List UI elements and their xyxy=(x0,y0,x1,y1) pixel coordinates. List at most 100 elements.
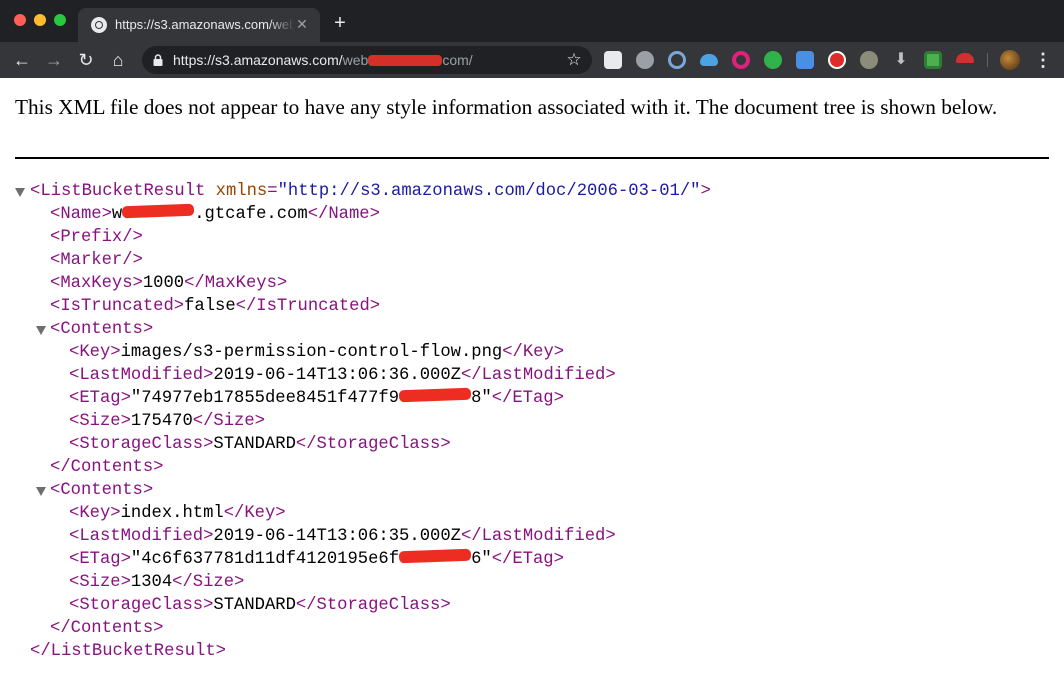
url-path-end: com/ xyxy=(442,52,473,68)
tab-bar: https://s3.amazonaws.com/web ✕ + xyxy=(0,0,1064,42)
xml-key: <Key>images/s3-permission-control-flow.p… xyxy=(69,341,564,364)
tag: </Size> xyxy=(192,412,265,431)
extension-icon-12[interactable] xyxy=(956,53,974,63)
cloud-icon[interactable] xyxy=(700,54,718,66)
extension-icon-3[interactable] xyxy=(668,51,686,69)
toolbar-divider xyxy=(987,53,988,67)
new-tab-button[interactable]: + xyxy=(330,13,350,33)
tag: <MaxKeys> xyxy=(50,274,143,293)
xml-istruncated: <IsTruncated>false</IsTruncated> xyxy=(50,295,380,318)
globe-icon xyxy=(91,17,107,33)
tag: </MaxKeys> xyxy=(184,274,288,293)
xml-storageclass: <StorageClass>STANDARD</StorageClass> xyxy=(69,433,451,456)
notice-divider xyxy=(15,157,1049,159)
tag: <LastModified> xyxy=(69,527,214,546)
tag: <IsTruncated> xyxy=(50,297,185,316)
minimize-window-button[interactable] xyxy=(34,14,46,26)
tab-title: https://s3.amazonaws.com/web xyxy=(115,17,295,32)
tag: <LastModified> xyxy=(69,366,214,385)
xml-contents-open: <Contents> xyxy=(50,320,154,339)
xml-lastmodified: <LastModified>2019-06-14T13:06:35.000Z</… xyxy=(69,525,616,548)
extension-icon-5[interactable] xyxy=(732,51,750,69)
tag: <Size> xyxy=(69,412,131,431)
collapse-triangle-icon[interactable] xyxy=(36,487,46,496)
attribute-value: "http://s3.amazonaws.com/doc/2006-03-01/… xyxy=(277,182,701,201)
browser-tab[interactable]: https://s3.amazonaws.com/web ✕ xyxy=(78,8,320,42)
close-window-button[interactable] xyxy=(14,14,26,26)
key-value: images/s3-permission-control-flow.png xyxy=(120,343,503,362)
xml-lastmodified: <LastModified>2019-06-14T13:06:36.000Z</… xyxy=(69,364,616,387)
tag: </IsTruncated> xyxy=(235,297,381,316)
lock-icon xyxy=(153,54,163,66)
extension-icon-2[interactable] xyxy=(636,51,654,69)
lastmodified-value: 2019-06-14T13:06:35.000Z xyxy=(213,527,461,546)
tag: <Name> xyxy=(50,205,112,224)
storageclass-value: STANDARD xyxy=(213,596,296,615)
size-value: 175470 xyxy=(130,412,193,431)
tag: </Size> xyxy=(172,573,245,592)
home-button[interactable]: ⌂ xyxy=(108,50,128,70)
etag-value-start: "4c6f637781d11df4120195e6f xyxy=(130,550,400,569)
url-redaction xyxy=(368,55,443,66)
tag: <Key> xyxy=(69,504,121,523)
name-value-start: w xyxy=(111,205,123,224)
redaction-mark xyxy=(398,387,472,403)
tag: <StorageClass> xyxy=(69,435,214,454)
tag: <StorageClass> xyxy=(69,596,214,615)
url-path-start: web xyxy=(342,52,369,68)
tag: </LastModified> xyxy=(460,527,616,546)
record-icon[interactable] xyxy=(828,51,846,69)
address-bar[interactable]: https://s3.amazonaws.com/web com/ ☆ xyxy=(142,46,592,74)
forward-button[interactable]: → xyxy=(44,50,64,70)
xml-etag: <ETag>"74977eb17855dee8451f477f9 8"</ETag… xyxy=(69,387,564,410)
bookmark-star-icon[interactable]: ☆ xyxy=(564,50,584,70)
name-value-end: .gtcafe.com xyxy=(194,205,308,224)
key-value: index.html xyxy=(120,504,224,523)
extension-icon-1[interactable] xyxy=(604,51,622,69)
etag-value-end: 8" xyxy=(471,389,492,408)
xml-contents-close: </Contents> xyxy=(50,458,164,477)
tag: <Size> xyxy=(69,573,131,592)
avatar[interactable] xyxy=(1000,50,1020,70)
tab-close-icon[interactable]: ✕ xyxy=(294,16,310,32)
etag-value-end: 6" xyxy=(471,550,492,569)
tag: </Name> xyxy=(307,205,380,224)
xml-notice: This XML file does not appear to have an… xyxy=(15,95,998,119)
xml-contents-open: <Contents> xyxy=(50,481,154,500)
xml-root-close: </ListBucketResult> xyxy=(30,642,226,661)
url-host: https://s3.amazonaws.com/ xyxy=(173,52,343,68)
extension-icon-6[interactable] xyxy=(764,51,782,69)
tag: <ETag> xyxy=(69,550,131,569)
reload-button[interactable]: ↻ xyxy=(76,50,96,70)
download-icon[interactable]: ⬇ xyxy=(892,51,910,69)
xml-root-open: <ListBucketResult xmlns="http://s3.amazo… xyxy=(30,180,711,203)
attribute-name: xmlns xyxy=(215,182,268,201)
collapse-triangle-icon[interactable] xyxy=(15,188,25,197)
redaction-mark xyxy=(122,203,195,219)
xml-contents-close: </Contents> xyxy=(50,619,164,638)
xml-size: <Size>1304</Size> xyxy=(69,571,244,594)
etag-value-start: "74977eb17855dee8451f477f9 xyxy=(130,389,400,408)
size-value: 1304 xyxy=(130,573,173,592)
url-text: https://s3.amazonaws.com/web com/ xyxy=(173,52,473,68)
extension-icon-9[interactable] xyxy=(860,51,878,69)
redaction-mark xyxy=(398,548,472,564)
xml-prefix: <Prefix/> xyxy=(50,228,143,247)
extension-icon-7[interactable] xyxy=(796,51,814,69)
storageclass-value: STANDARD xyxy=(213,435,296,454)
maximize-window-button[interactable] xyxy=(54,14,66,26)
lastmodified-value: 2019-06-14T13:06:36.000Z xyxy=(213,366,461,385)
menu-icon[interactable]: ⋮ xyxy=(1034,50,1052,70)
xml-name: <Name>w .gtcafe.com</Name> xyxy=(50,203,380,226)
extension-icon-11[interactable] xyxy=(924,51,942,69)
tag: <ListBucketResult xyxy=(30,182,206,201)
tag: </StorageClass> xyxy=(295,435,451,454)
tag: </ETag> xyxy=(491,550,564,569)
tag: </StorageClass> xyxy=(295,596,451,615)
back-button[interactable]: ← xyxy=(12,50,32,70)
collapse-triangle-icon[interactable] xyxy=(36,326,46,335)
tag: </LastModified> xyxy=(460,366,616,385)
xml-storageclass: <StorageClass>STANDARD</StorageClass> xyxy=(69,594,451,617)
xml-marker: <Marker/> xyxy=(50,251,143,270)
xml-key: <Key>index.html</Key> xyxy=(69,502,286,525)
